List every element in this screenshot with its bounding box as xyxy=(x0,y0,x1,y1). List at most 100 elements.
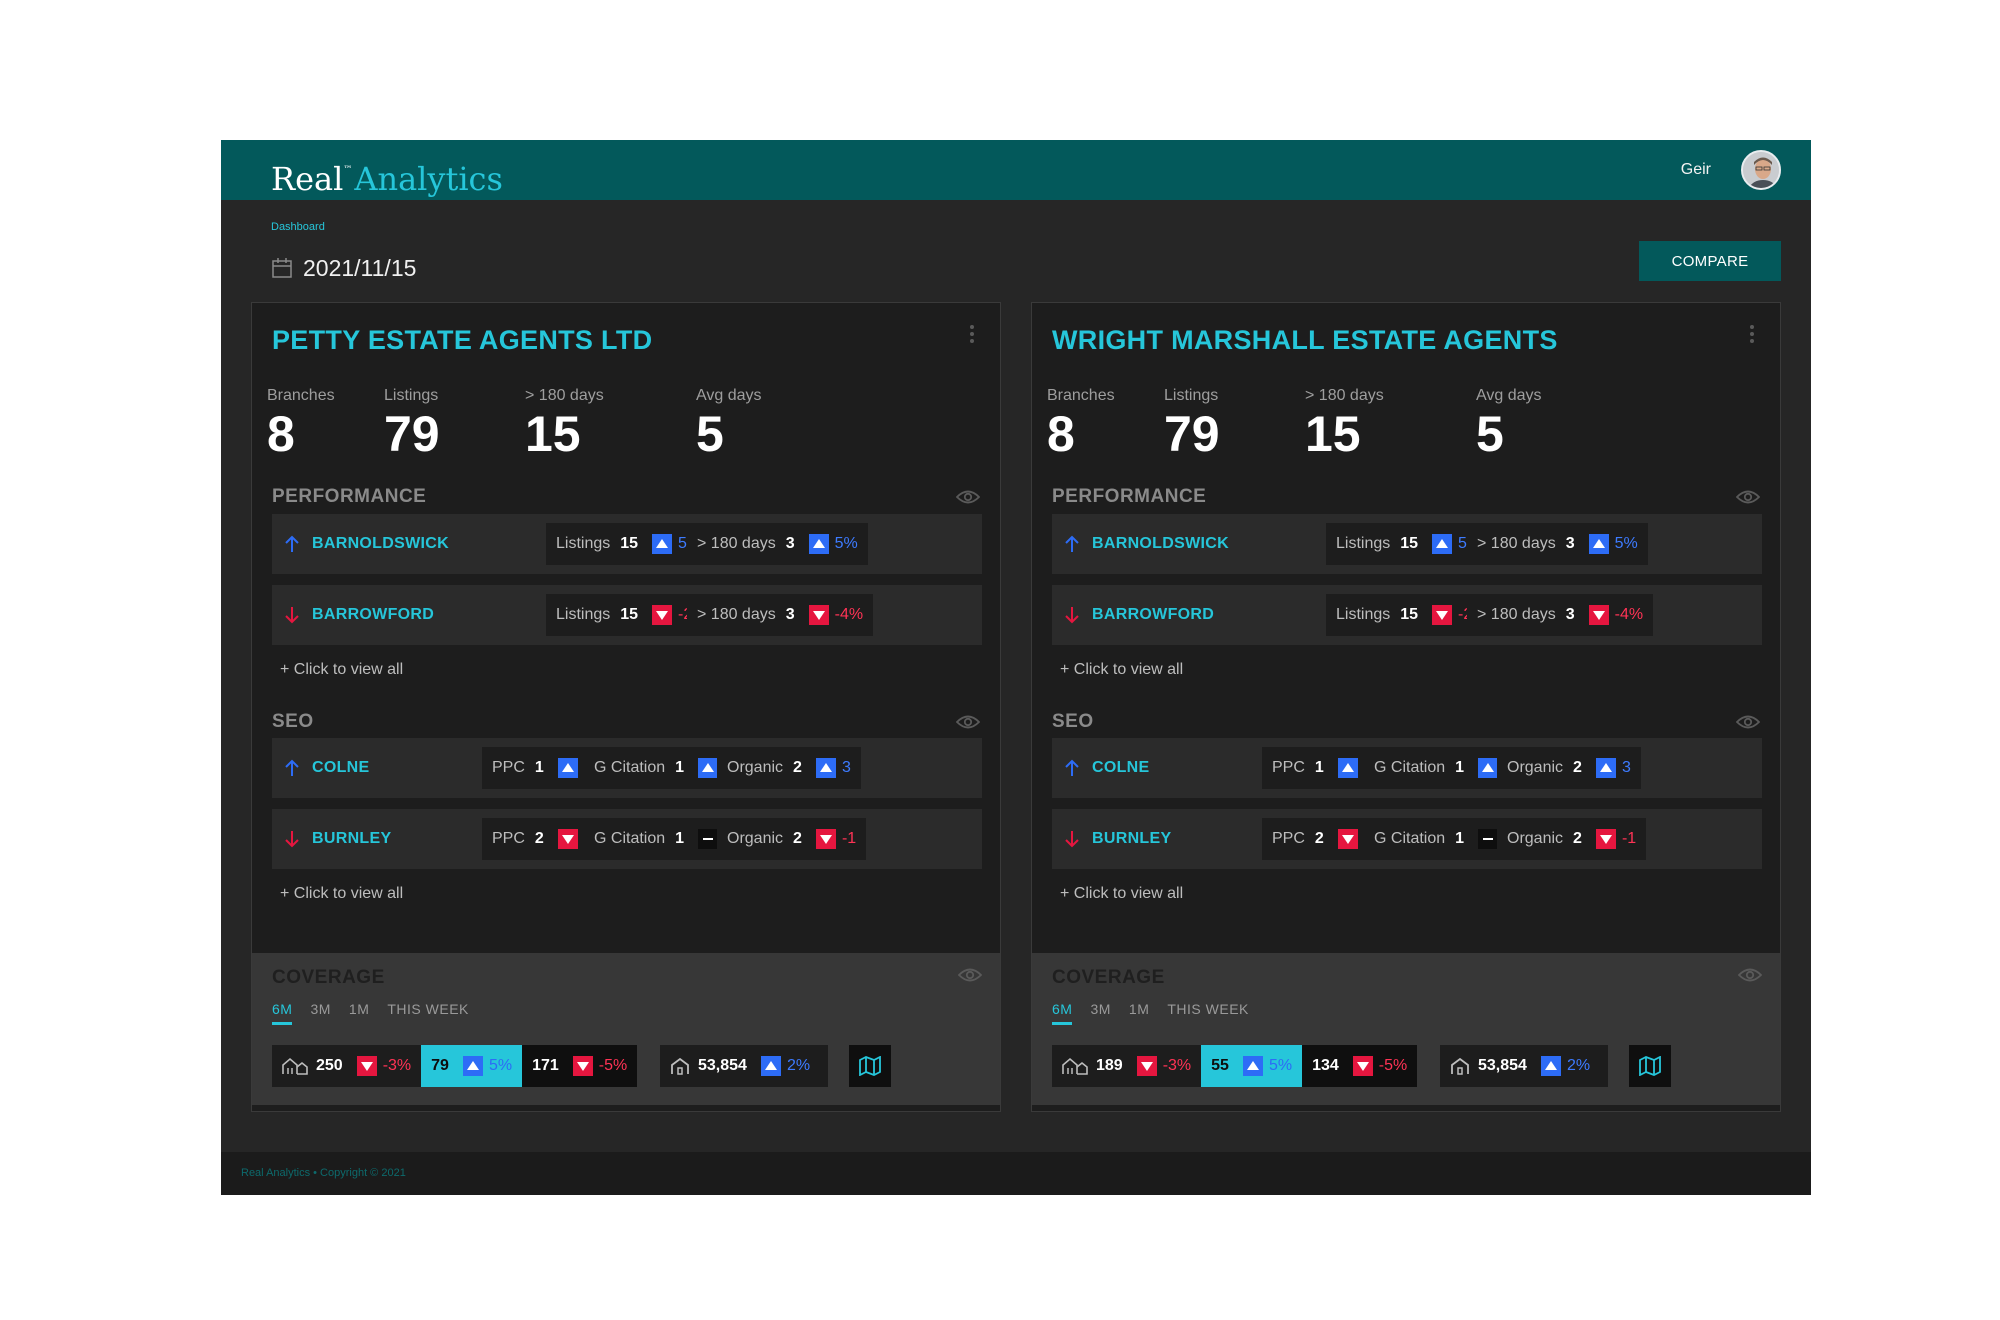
trend-down-icon xyxy=(1352,1056,1373,1076)
coverage-footer-strip xyxy=(252,1105,1000,1111)
metric-pill[interactable]: Organic 2 3 xyxy=(717,747,861,789)
metric-label: > 180 days xyxy=(1477,606,1556,623)
tab-1m[interactable]: 1M xyxy=(1129,1001,1149,1025)
tab-6m[interactable]: 6M xyxy=(272,1001,293,1025)
tab-6m[interactable]: 6M xyxy=(1052,1001,1073,1025)
list-item[interactable]: BARNOLDSWICK Listings 15 5%> 180 days 3 5% xyxy=(272,514,982,574)
view-all-link[interactable]: + Click to view all xyxy=(1060,885,1183,903)
tab-this-week[interactable]: THIS WEEK xyxy=(387,1001,469,1025)
branch-name[interactable]: BARNOLDSWICK xyxy=(1092,535,1229,553)
view-all-link[interactable]: + Click to view all xyxy=(280,885,403,903)
eye-icon[interactable] xyxy=(957,967,983,983)
top-bar: Real™Analytics Geir xyxy=(221,140,1811,200)
branch-name[interactable]: BARROWFORD xyxy=(312,606,434,624)
stat-value: 79 xyxy=(1164,406,1220,462)
user-name[interactable]: Geir xyxy=(1681,161,1711,179)
list-item[interactable]: BARROWFORDListings15-2%> 180 days3-4% xyxy=(272,585,982,645)
branch-name[interactable]: COLNE xyxy=(312,759,370,777)
metric-value: 15 xyxy=(620,606,639,623)
date-value: 2021/11/15 xyxy=(303,254,417,281)
metric-label: Organic xyxy=(1507,759,1564,776)
stat-block: Avg days 5 xyxy=(696,387,762,461)
list-item[interactable]: BURNLEYPPC2-3G Citation10Organic2-1 xyxy=(272,809,982,869)
trend-up-icon xyxy=(1337,758,1358,778)
list-item[interactable]: BARNOLDSWICK Listings 15 5%> 180 days 3 5% xyxy=(1052,514,1762,574)
coverage-segment[interactable]: 189 -3% xyxy=(1052,1045,1201,1087)
metric-label: G Citation xyxy=(1374,830,1446,847)
metric-pill[interactable]: > 180 days 3 -4% xyxy=(1467,594,1654,636)
arrow-down-icon xyxy=(282,605,302,625)
trend-down-icon xyxy=(652,605,673,625)
coverage-segment[interactable]: 53,854 2% xyxy=(660,1045,828,1087)
eye-icon[interactable] xyxy=(955,714,981,730)
metric-value: 2 xyxy=(793,830,802,847)
branch-name[interactable]: BURNLEY xyxy=(312,830,391,848)
tab-3m[interactable]: 3M xyxy=(1090,1001,1110,1025)
tab-3m[interactable]: 3M xyxy=(310,1001,330,1025)
coverage-segment[interactable]: 79 5% xyxy=(421,1045,523,1087)
metric-pill[interactable]: > 180 days 3 5% xyxy=(687,523,868,565)
coverage-segment[interactable]: 171 -5% xyxy=(522,1045,638,1087)
list-item[interactable]: BURNLEYPPC2-3G Citation10Organic2-1 xyxy=(1052,809,1762,869)
app-logo[interactable]: Real™Analytics xyxy=(271,148,503,201)
metric-value: 1 xyxy=(1455,759,1465,776)
eye-icon[interactable] xyxy=(1735,714,1761,730)
trend-down-icon xyxy=(815,829,836,849)
eye-icon[interactable] xyxy=(1735,489,1761,505)
coverage-segment[interactable]: 134 -5% xyxy=(1302,1045,1418,1087)
metric-pill[interactable]: Organic 2 -1 xyxy=(717,818,867,860)
tab-this-week[interactable]: THIS WEEK xyxy=(1167,1001,1249,1025)
stat-block: Avg days 5 xyxy=(1476,387,1542,461)
eye-icon[interactable] xyxy=(1737,967,1763,983)
coverage-listings-group: 250 -3% 79 5% 171 -5% xyxy=(272,1045,638,1087)
trend-flat-icon xyxy=(698,829,719,849)
tab-1m[interactable]: 1M xyxy=(349,1001,369,1025)
coverage-segment[interactable]: 250 -3% xyxy=(272,1045,421,1087)
list-item[interactable]: COLNEPPC11G Citation11Organic23 xyxy=(1052,738,1762,798)
stat-label: > 180 days xyxy=(525,387,604,404)
list-item[interactable]: BARROWFORDListings15-2%> 180 days3-4% xyxy=(1052,585,1762,645)
arrow-up-icon xyxy=(282,758,302,778)
metric-pill[interactable]: > 180 days 3 -4% xyxy=(687,594,874,636)
date-picker[interactable]: 2021/11/15 xyxy=(271,252,416,284)
trend-up-icon xyxy=(760,1056,781,1076)
logo-part-2: Analytics xyxy=(354,160,503,198)
app-window: Real™Analytics Geir Dashboard 2021/11/15… xyxy=(221,140,1811,1195)
branch-name[interactable]: BARROWFORD xyxy=(1092,606,1214,624)
metric-pill[interactable]: Organic 2 3 xyxy=(1497,747,1641,789)
trend-up-icon xyxy=(808,534,829,554)
metric-label: Listings xyxy=(556,606,611,623)
kebab-menu-icon[interactable] xyxy=(970,325,974,347)
compare-button[interactable]: COMPARE xyxy=(1639,241,1781,281)
stat-block: Listings 79 xyxy=(384,387,440,461)
stat-value: 15 xyxy=(1305,406,1361,462)
metric-value: 2 xyxy=(534,830,544,847)
map-icon[interactable] xyxy=(849,1045,891,1087)
coverage-change: 5% xyxy=(1268,1057,1293,1074)
metric-pill[interactable]: Organic 2 -1 xyxy=(1497,818,1647,860)
stat-block: > 180 days 15 xyxy=(525,387,604,461)
branch-name[interactable]: COLNE xyxy=(1092,759,1150,777)
metric-label: > 180 days xyxy=(1477,535,1556,552)
view-all-link[interactable]: + Click to view all xyxy=(280,661,403,679)
branch-name[interactable]: BURNLEY xyxy=(1092,830,1171,848)
coverage-segment[interactable]: 55 5% xyxy=(1201,1045,1303,1087)
coverage-segment[interactable]: 53,854 2% xyxy=(1440,1045,1608,1087)
trend-up-icon xyxy=(462,1056,483,1076)
trend-down-icon xyxy=(356,1056,377,1076)
trend-down-icon xyxy=(1337,829,1358,849)
kebab-menu-icon[interactable] xyxy=(1750,325,1754,347)
eye-icon[interactable] xyxy=(955,489,981,505)
trend-up-icon xyxy=(1432,534,1453,554)
avatar[interactable] xyxy=(1741,150,1781,190)
trend-up-icon xyxy=(1588,534,1609,554)
metric-change: 5% xyxy=(1614,535,1638,552)
view-all-link[interactable]: + Click to view all xyxy=(1060,661,1183,679)
map-icon[interactable] xyxy=(1629,1045,1671,1087)
trend-down-icon xyxy=(808,605,829,625)
branch-name[interactable]: BARNOLDSWICK xyxy=(312,535,449,553)
coverage-value: 55 xyxy=(1211,1057,1229,1074)
metric-pill[interactable]: > 180 days 3 5% xyxy=(1467,523,1648,565)
breadcrumb[interactable]: Dashboard xyxy=(271,221,325,233)
list-item[interactable]: COLNEPPC11G Citation11Organic23 xyxy=(272,738,982,798)
